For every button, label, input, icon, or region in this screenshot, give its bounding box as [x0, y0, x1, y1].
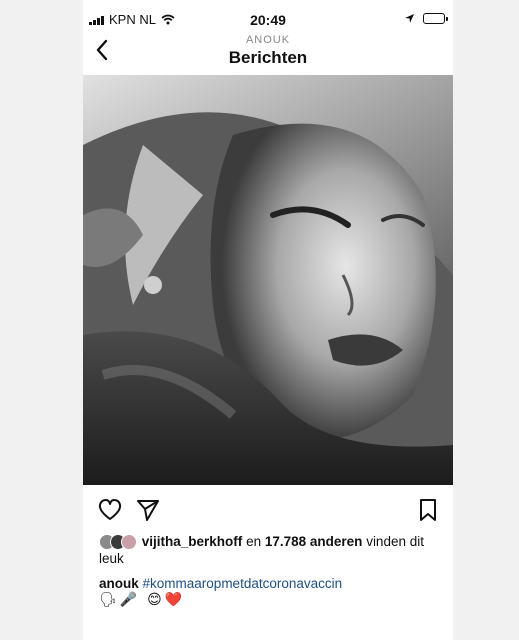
liker-username[interactable]: vijitha_berkhoff [142, 534, 243, 549]
heart-icon[interactable] [97, 497, 123, 523]
likes-count[interactable]: 17.788 anderen [265, 534, 363, 549]
phone-screen: KPN NL 20:49 ANOUK Berichten vijitha_ber… [83, 0, 453, 640]
caption-username[interactable]: anouk [99, 576, 139, 591]
caption-emojis: 🗣🎤 😊❤️ [99, 591, 186, 607]
bookmark-icon[interactable] [415, 497, 441, 523]
likes-line: vijitha_berkhoff en 17.788 anderen vinde… [99, 533, 439, 567]
liker-avatars[interactable] [99, 534, 137, 551]
portrait-image [83, 75, 453, 485]
location-arrow-icon [405, 14, 414, 23]
status-time: 20:49 [250, 12, 286, 28]
post-caption: anouk #kommaaropmetdatcoronavaccin [99, 575, 439, 592]
header-subtitle: ANOUK [245, 34, 291, 46]
post-actions [83, 497, 453, 523]
battery-icon [423, 13, 448, 24]
status-bar: KPN NL 20:49 [83, 10, 453, 30]
header-title: Berichten [228, 48, 308, 67]
nav-header: ANOUK Berichten [83, 30, 453, 72]
post-photo[interactable] [83, 75, 453, 485]
avatar [121, 534, 137, 551]
caption-hashtag[interactable]: #kommaaropmetdatcoronavaccin [143, 576, 343, 591]
likes-connector: en [246, 534, 262, 549]
status-right [404, 13, 448, 24]
send-icon[interactable] [135, 497, 161, 523]
